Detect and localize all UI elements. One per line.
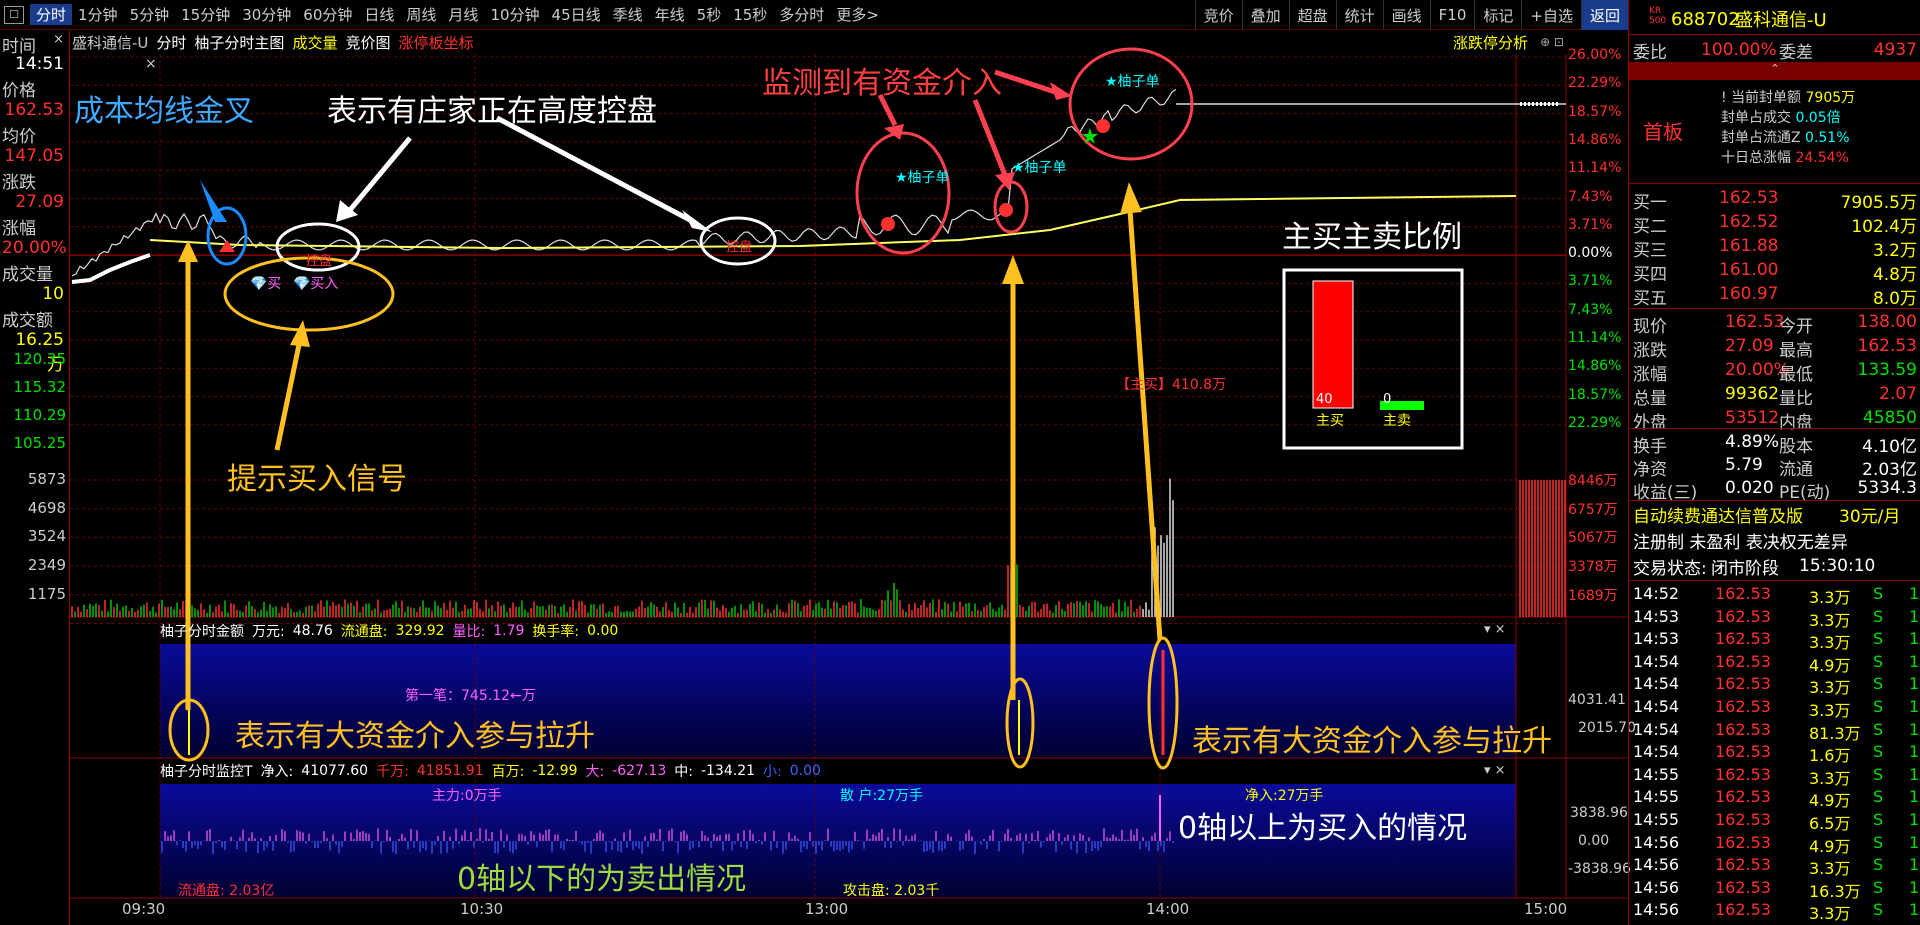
main-sell-label: 主卖	[1383, 413, 1411, 429]
expand-arrow-icon[interactable]: ⌃	[1629, 62, 1920, 80]
quote-stat-row: 现价 162.53 今开 138.00	[1633, 312, 1917, 337]
listing-info-row: 注册制 未盈利 表决权无差异	[1633, 532, 1848, 553]
bid-row[interactable]: 买五 160.97 8.0万	[1629, 282, 1920, 309]
stock-title: 盛科通信-U	[1735, 10, 1827, 31]
tick-row: 14:55 162.53 4.9万 S 1	[1633, 787, 1920, 811]
kr-badge: KR 500	[1649, 6, 1667, 26]
arrow-shape	[972, 99, 1008, 176]
quote-stat-row: 外盘 53512 内盘 45850	[1633, 408, 1917, 433]
bid-row[interactable]: 买三 161.88 3.2万	[1629, 234, 1920, 261]
control-label: 控盘	[306, 254, 333, 269]
first-board-badge: 首板	[1643, 120, 1683, 144]
panel2-axis-mid: 0.00	[1578, 833, 1610, 849]
tick-row: 14:53 162.53 3.3万 S 1	[1633, 629, 1920, 653]
arrow-shape	[495, 115, 692, 223]
order-ratio-row: 委比 100.00% 委差 4937	[1633, 40, 1917, 63]
main-buy-amount: 【主买】410.8万	[1116, 377, 1227, 393]
main-buy-value: 40	[1316, 392, 1333, 407]
bid-row[interactable]: 买二 162.52 102.4万	[1629, 210, 1920, 237]
tick-row: 14:54 162.53 3.3万 S 1	[1633, 697, 1920, 720]
tick-row: 14:54 162.53 3.3万 S 1	[1633, 674, 1920, 698]
tick-row: 14:56 162.53 16.3万 S 1	[1633, 877, 1920, 901]
panel2-axis-top: 3838.96	[1570, 805, 1628, 821]
panel2-axis-bottom: -3838.96	[1568, 861, 1631, 877]
youzi-label: ★柚子单	[895, 170, 950, 186]
annotation-golden-cross: 成本均线金叉	[74, 94, 254, 129]
tick-row: 14:52 162.53 3.3万 S 1	[1633, 584, 1920, 607]
main-buy-label: 主买	[1316, 413, 1344, 429]
control-label: 控盘	[726, 240, 753, 255]
x-tick: 15:00	[1524, 900, 1568, 918]
panel1-close-icon[interactable]: ▾ ×	[1484, 622, 1506, 637]
first-trade-label: 第一笔：745.12←万	[405, 688, 536, 704]
buy-signal-label: 💎买	[250, 276, 282, 292]
stock-code: 688702	[1671, 8, 1740, 30]
net-inflow-label: 净入:27万手	[1245, 788, 1324, 804]
inflow-circle	[855, 131, 951, 255]
trade-status-row: 交易状态: 闭市阶段 15:30:10	[1633, 556, 1876, 579]
arrow-head	[1002, 255, 1024, 284]
bid-row[interactable]: 买一 162.53 7905.5万	[1629, 186, 1920, 213]
inflow-circle	[1068, 47, 1194, 161]
panel1-title: 柚子分时金额 万元: 48.76 流通盘: 329.92 量比: 1.79 换手率: 0…	[160, 623, 619, 640]
ratio-box	[1282, 268, 1464, 450]
x-tick: 13:00	[805, 900, 849, 918]
seal-info: ! 当前封单额 7905万 封单占成交 0.05倍 封单占流通Z 0.51% 十…	[1721, 90, 1856, 166]
signal-dot	[1096, 119, 1110, 133]
x-tick: 14:00	[1146, 900, 1190, 918]
arrow-head	[1050, 82, 1072, 100]
annotation-capital-inflow: 监测到有资金介入	[762, 66, 1002, 101]
main-force-label: 主力:0万手	[432, 788, 502, 804]
tick-row: 14:56 162.53 3.3万 S 1	[1633, 900, 1920, 924]
panel2-close-icon[interactable]: ▾ ×	[1484, 763, 1506, 778]
quote-stat-row: 涨跌 27.09 最高 162.53	[1633, 336, 1917, 361]
tick-row: 14:53 162.53 3.3万 S 1	[1633, 606, 1920, 630]
stock-header: KR 500 688702 盛科通信-U	[1629, 6, 1920, 32]
float-shares-label: 流通盘: 2.03亿	[178, 883, 275, 899]
tick-row: 14:55 162.53 3.3万 S 1	[1633, 764, 1920, 788]
annotation-big-capital-right: 表示有大资金介入参与拉升	[1192, 724, 1552, 759]
tick-row: 14:56 162.53 3.3万 S 1	[1633, 855, 1920, 879]
tick-row: 14:54 162.53 4.9万 S 1	[1633, 651, 1920, 675]
promo-row[interactable]: 自动续费通达信普及版 30元/月	[1629, 502, 1920, 527]
quote-panel: KR 500 688702 盛科通信-U 委比 100.00% 委差 4937 ⌃…	[1628, 0, 1920, 925]
tick-row: 14:55 162.53 6.5万 S 1	[1633, 810, 1920, 833]
attack-label: 攻击盘: 2.03千	[843, 883, 940, 899]
retail-label: 散 户:27万手	[840, 788, 923, 804]
arrow-shape	[348, 136, 412, 212]
quote-stat-row: 净资 5.79 流通 2.03亿	[1633, 455, 1917, 480]
annotation-control: 表示有庄家正在高度控盘	[327, 94, 657, 129]
x-tick: 10:30	[460, 900, 504, 918]
annotation-below-zero: 0轴以下的为卖出情况	[457, 862, 747, 897]
main-sell-value: 0	[1383, 392, 1392, 407]
annotation-above-zero: 0轴以上为买入的情况	[1178, 811, 1468, 846]
app-window: ☐ 分时 1分钟 5分钟 15分钟 30分钟 60分钟 日线 周线 月线 10分钟 45日线 季线 年线…	[0, 0, 1920, 925]
youzi-label: ★柚子单	[1012, 160, 1067, 176]
youzi-label: ★柚子单	[1105, 74, 1160, 90]
main-buy-bar	[1312, 280, 1354, 409]
up-triangle-icon	[219, 240, 235, 252]
annotation-big-capital-left: 表示有大资金介入参与拉升	[235, 719, 595, 754]
panel1-axis-top: 4031.41	[1568, 692, 1626, 708]
arrow-shape	[274, 339, 303, 451]
arrow-head	[290, 320, 310, 347]
signal-dot	[999, 203, 1013, 217]
arrow-shape	[994, 69, 1056, 95]
quote-stat-row: 收益(三) 0.020 PE(动) 5334.3	[1633, 478, 1917, 503]
annotation-buy-signal: 提示买入信号	[227, 462, 407, 497]
quote-stat-row: 总量 99362 量比 2.07	[1633, 384, 1917, 409]
buy-signal-label: 💎买入	[293, 276, 339, 292]
quote-stat-row: 涨幅 20.00% 最低 133.59	[1633, 360, 1917, 385]
annotation-buy-sell-ratio: 主买主卖比例	[1282, 220, 1462, 255]
signal-dot	[881, 217, 895, 231]
tick-row: 14:54 162.53 81.3万 S 1	[1633, 719, 1920, 743]
x-tick: 09:30	[122, 900, 166, 918]
quote-stat-row: 换手 4.89% 股本 4.10亿	[1633, 432, 1917, 457]
tick-row: 14:56 162.53 4.9万 S 1	[1633, 832, 1920, 856]
panel2-title: 柚子分时监控T 净入: 41077.60 千万: 41851.91 百万: -12.9…	[160, 763, 821, 780]
tick-row: 14:54 162.53 1.6万 S 1	[1633, 742, 1920, 766]
bid-row[interactable]: 买四 161.00 4.8万	[1629, 258, 1920, 285]
